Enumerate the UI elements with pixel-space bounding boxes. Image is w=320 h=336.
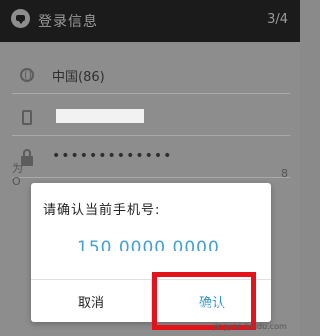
phone-icon	[22, 110, 32, 125]
country-value: 中国(86)	[52, 70, 105, 85]
redacted-phone	[56, 109, 144, 123]
hint-number: 8	[281, 167, 288, 180]
watermark-url: jingyan.baidu.com	[213, 322, 287, 331]
globe-icon	[20, 68, 34, 82]
chat-bubble-icon	[11, 9, 30, 28]
phone-field[interactable]	[12, 98, 290, 136]
step-indicator: 3/4	[267, 12, 288, 27]
hint-text: 为O	[12, 162, 23, 188]
password-field[interactable]: •••••••••••••	[12, 140, 290, 178]
watermark-brand: Baidu经验	[196, 300, 245, 311]
page-title: 登录信息	[38, 14, 98, 30]
dialog-phone-number: 150 0000 0000	[77, 238, 220, 251]
password-value: •••••••••••••	[52, 148, 173, 164]
country-row[interactable]: 中国(86)	[12, 56, 290, 94]
dialog-title: 请确认当前手机号:	[43, 203, 161, 218]
cancel-button[interactable]: 取消	[31, 280, 151, 322]
app-bar: 登录信息 3/4	[0, 0, 300, 42]
